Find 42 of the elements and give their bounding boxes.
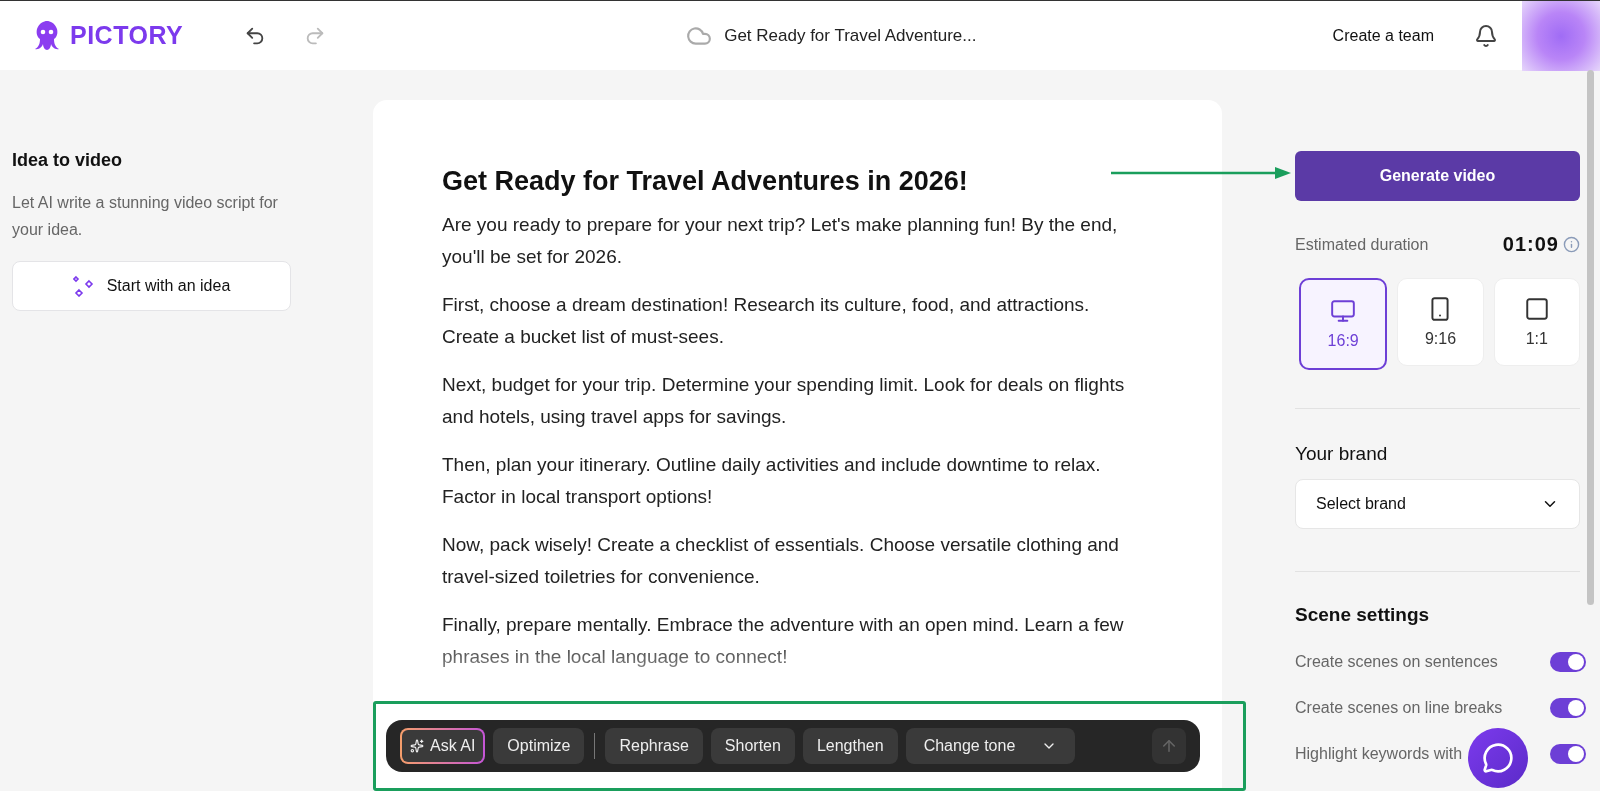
square-icon [1523, 296, 1550, 322]
generate-video-button[interactable]: Generate video [1295, 151, 1580, 201]
scene-settings-title: Scene settings [1295, 604, 1431, 626]
tone-dropdown[interactable]: Change tone [905, 728, 1076, 764]
sparkle-icon [72, 275, 95, 297]
info-icon[interactable] [1563, 236, 1580, 253]
start-idea-button[interactable]: Start with an idea [12, 261, 291, 311]
scrollbar-thumb[interactable] [1587, 70, 1594, 605]
aspect-ratio-option[interactable]: 9:16 [1397, 278, 1484, 366]
ai-action-button[interactable]: Rephrase [605, 728, 703, 764]
aspect-ratio-option[interactable]: 1:1 [1493, 278, 1580, 366]
monitor-icon [1330, 298, 1357, 324]
toggle-label: Highlight keywords with [1295, 745, 1463, 763]
script-paragraph: Are you ready to prepare for your next trip? Let's make planning fun! By the end, you'll be set for 2026. [442, 213, 1119, 269]
brand-select[interactable]: Select brand [1295, 479, 1580, 529]
script-title: Get Ready for Travel Adventures in 2026! [442, 166, 969, 197]
duration-value: 01:09 [1502, 233, 1559, 256]
chat-icon [1482, 742, 1514, 774]
sparkle-icon [410, 739, 424, 753]
duration-label: Estimated duration [1295, 235, 1429, 254]
toggle-label: Create scenes on sentences [1295, 653, 1498, 671]
toggle-switch[interactable] [1550, 698, 1586, 718]
script-paragraph: Then, plan your itinerary. Outline daily activities and include downtime to relax. Factor in local transport options! [442, 453, 1102, 509]
brand-title: Your brand [1295, 443, 1389, 465]
aspect-ratio-option[interactable]: 16:9 [1299, 278, 1388, 370]
ai-action-button[interactable]: Shorten [710, 728, 795, 764]
ai-action-button[interactable]: Lengthen [802, 728, 898, 764]
ai-action-button[interactable]: Optimize [493, 728, 585, 764]
script-paragraph: Finally, prepare mentally. Embrace the adventure with an open mind. Learn a few phrases in the local language to connect! [442, 613, 1125, 669]
sidebar-title: Idea to video [12, 150, 124, 171]
sidebar-description: Let AI write a stunning video script for your idea. [12, 193, 279, 240]
script-paragraph: Next, budget for your trip. Determine your spending limit. Look for deals on flights and hotels, using travel apps for savings. [442, 373, 1126, 429]
toggle-switch[interactable] [1550, 744, 1586, 764]
logo-text: PICTORY [70, 21, 184, 50]
toggle-label: Create scenes on line breaks [1295, 699, 1503, 717]
script-paragraph: First, choose a dream destination! Research its culture, food, and attractions. Create a bucket list of must-sees. [442, 293, 1091, 349]
ask-ai-button[interactable]: Ask AI [400, 728, 486, 764]
chat-button[interactable] [1468, 728, 1528, 788]
create-team-link[interactable]: Create a team [1332, 26, 1434, 45]
project-title: Get Ready for Travel Adventure... [724, 25, 977, 46]
script-paragraph: Now, pack wisely! Create a checklist of essentials. Choose versatile clothing and travel-sized toiletries for convenience. [442, 533, 1120, 589]
toggle-switch[interactable] [1550, 652, 1586, 672]
